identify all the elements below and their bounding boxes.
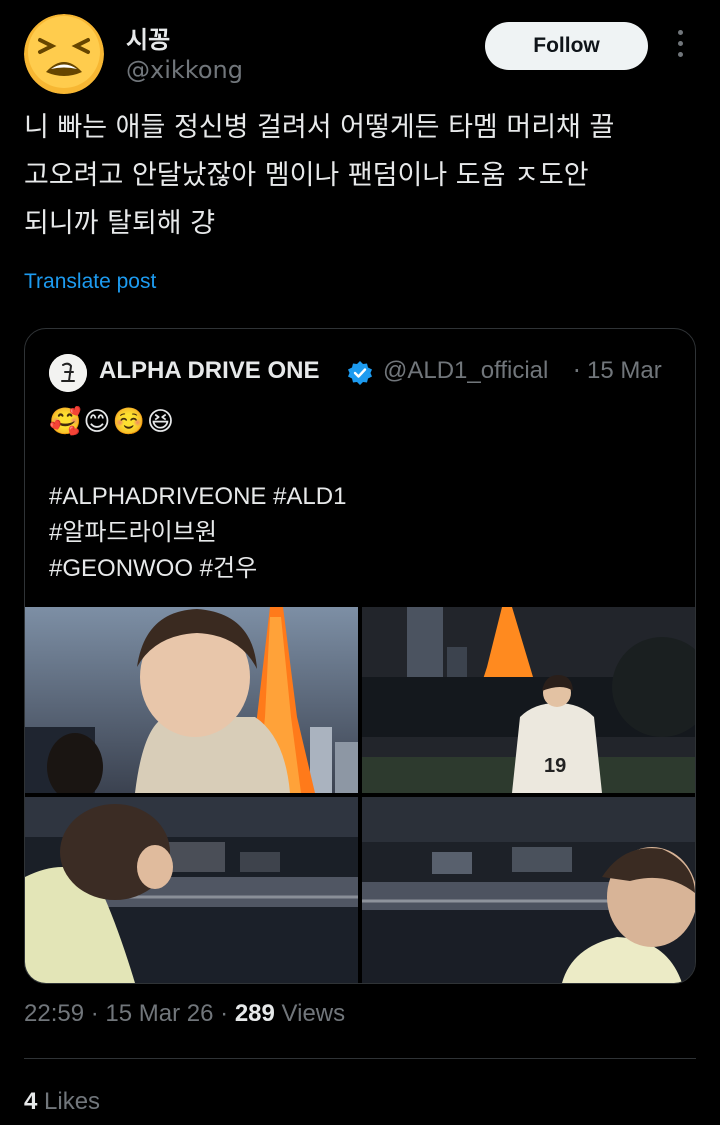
follow-button[interactable]: Follow (485, 22, 648, 70)
quoted-author-name: ALPHA DRIVE ONE (99, 357, 320, 384)
post-date: 15 Mar 26 (105, 1000, 214, 1027)
quoted-author-avatar (49, 354, 87, 392)
author-display-name[interactable]: 시꽁 (126, 20, 170, 55)
photo-jersey-number: 19 (544, 755, 566, 777)
post-time: 22:59 (24, 1000, 85, 1027)
more-options-icon[interactable] (668, 30, 692, 64)
quoted-separator: · (573, 357, 581, 385)
divider (24, 1058, 696, 1059)
photo-2[interactable]: 19 (362, 607, 695, 793)
brand-logo-icon (49, 354, 87, 392)
verified-badge-icon (348, 361, 372, 385)
translate-post-link[interactable]: Translate post (24, 270, 156, 294)
quoted-emojis: 🥰😊☺️😆 (49, 407, 176, 437)
likes-label[interactable]: Likes (44, 1088, 100, 1115)
photo-4[interactable] (362, 797, 695, 983)
post-meta: 22:59 · 15 Mar 26 · 289 Views (24, 1000, 345, 1028)
meta-dot-1: · (90, 1000, 99, 1027)
likes-stat[interactable]: 4 Likes (24, 1088, 100, 1116)
media-grid: 19 (25, 607, 695, 983)
quoted-post-text: #ALPHADRIVEONE #ALD1 #알파드라이브원 #GEONWOO #… (49, 483, 347, 582)
author-handle[interactable]: @xikkong (126, 56, 243, 84)
tired-face-emoji-icon (24, 14, 104, 94)
quoted-author-handle: @ALD1_official (383, 357, 549, 384)
post-text: 니 빠는 애들 정신병 걸려서 어떻게든 타멤 머리채 끌 고오려고 안달났잖아… (24, 112, 615, 239)
photo-3[interactable] (25, 797, 358, 983)
author-avatar[interactable] (24, 14, 104, 94)
quoted-post-date: 15 Mar (587, 357, 662, 384)
views-count[interactable]: 289 (235, 1000, 275, 1027)
meta-dot-2: · (220, 1000, 229, 1027)
views-label[interactable]: Views (282, 1000, 346, 1027)
quoted-post-card[interactable]: ALPHA DRIVE ONE @ALD1_official · 15 Mar … (24, 328, 696, 984)
likes-count[interactable]: 4 (24, 1088, 37, 1115)
photo-1[interactable] (25, 607, 358, 793)
